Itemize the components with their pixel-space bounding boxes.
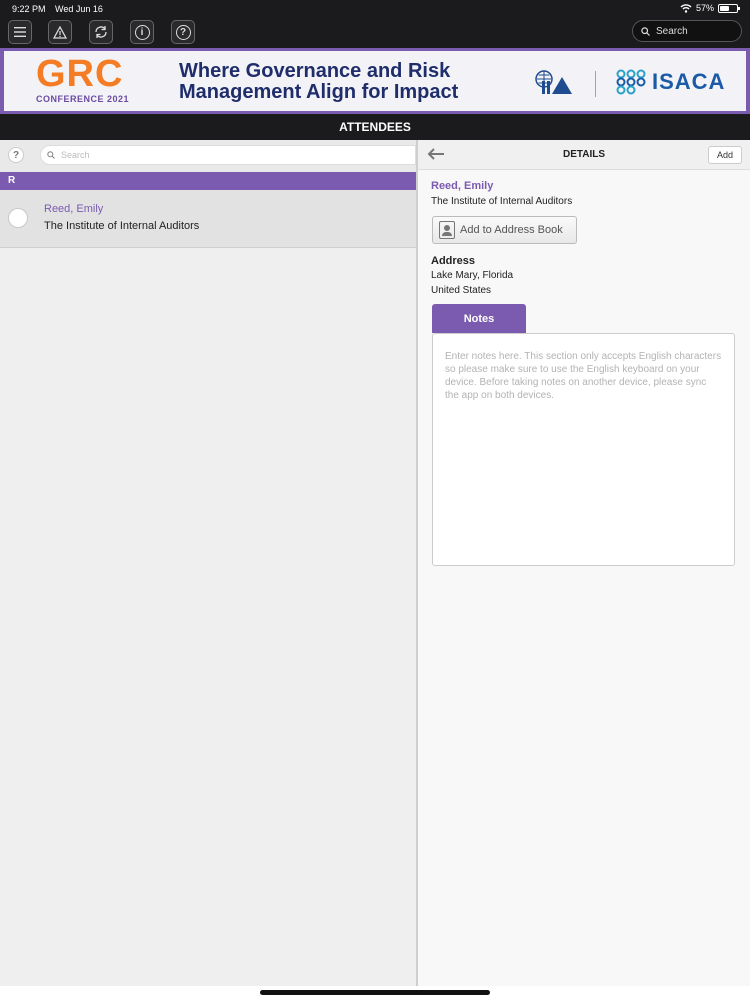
banner-divider	[595, 71, 596, 97]
battery-icon	[718, 3, 740, 13]
status-bar: 9:22 PM Wed Jun 16 57%	[0, 0, 750, 18]
hamburger-icon	[14, 27, 26, 37]
menu-button[interactable]	[8, 20, 32, 44]
page-title: ATTENDEES	[0, 114, 750, 140]
conference-banner: GRC CONFERENCE 2021 Where Governance and…	[0, 48, 750, 114]
address-line-1: Lake Mary, Florida	[431, 270, 514, 281]
attendee-search-placeholder: Search	[61, 150, 90, 160]
sync-button[interactable]	[89, 20, 113, 44]
address-label: Address	[431, 255, 476, 267]
help-button[interactable]: ?	[171, 20, 195, 44]
add-to-address-book-button[interactable]: Add to Address Book	[432, 216, 577, 244]
isaca-wordmark: ISACA	[652, 69, 726, 94]
global-search[interactable]: Search	[632, 20, 742, 42]
notes-placeholder: Enter notes here. This section only acce…	[445, 351, 722, 401]
warning-icon	[53, 25, 67, 39]
help-icon: ?	[175, 24, 191, 40]
tab-notes[interactable]: Notes	[432, 304, 526, 333]
info-icon: i	[134, 24, 150, 40]
details-header: DETAILS Add	[418, 140, 750, 170]
notes-textarea[interactable]: Enter notes here. This section only acce…	[432, 333, 735, 566]
status-right: 57%	[680, 3, 740, 13]
search-icon	[47, 151, 55, 159]
isaca-logo: ISACA	[616, 69, 725, 95]
list-help-button[interactable]: ?	[8, 147, 24, 163]
search-icon	[641, 26, 650, 36]
banner-tagline-2: Management Align for Impact	[179, 81, 459, 103]
add-button[interactable]: Add	[708, 146, 742, 164]
contact-card-icon	[439, 221, 455, 239]
attendee-search-input[interactable]: Search	[40, 145, 416, 165]
details-pane: DETAILS Add Reed, Emily The Institute of…	[418, 140, 750, 986]
wifi-icon	[680, 3, 692, 13]
details-title: DETAILS	[562, 149, 606, 160]
address-line-2: United States	[431, 285, 492, 296]
detail-org: The Institute of Internal Auditors	[431, 196, 573, 207]
list-item[interactable]: Reed, Emily The Institute of Internal Au…	[0, 190, 416, 248]
detail-name: Reed, Emily	[431, 180, 494, 192]
section-header-r: R	[0, 172, 416, 190]
attendee-org: The Institute of Internal Auditors	[44, 220, 200, 232]
global-search-label: Search	[656, 25, 688, 37]
conference-year: CONFERENCE 2021	[36, 94, 130, 104]
info-button[interactable]: i	[130, 20, 154, 44]
grc-logo: GRC	[36, 53, 124, 95]
iia-logo	[535, 70, 572, 94]
add-to-address-book-label: Add to Address Book	[460, 224, 563, 236]
banner-tagline-1: Where Governance and Risk	[179, 60, 451, 82]
status-time: 9:22 PM	[12, 4, 46, 14]
battery-percent: 57%	[695, 3, 714, 13]
status-date: Wed Jun 16	[55, 4, 103, 14]
select-radio[interactable]	[8, 208, 28, 228]
alert-button[interactable]	[48, 20, 72, 44]
sync-icon	[95, 26, 107, 38]
toolbar: i ? Search	[0, 18, 750, 48]
isaca-mark-icon	[616, 69, 646, 95]
attendee-name: Reed, Emily	[44, 203, 104, 215]
list-search-row: ? Search	[0, 140, 416, 172]
home-indicator[interactable]	[260, 990, 490, 995]
attendee-list-pane: ? Search R Reed, Emily The Institute of …	[0, 140, 416, 986]
